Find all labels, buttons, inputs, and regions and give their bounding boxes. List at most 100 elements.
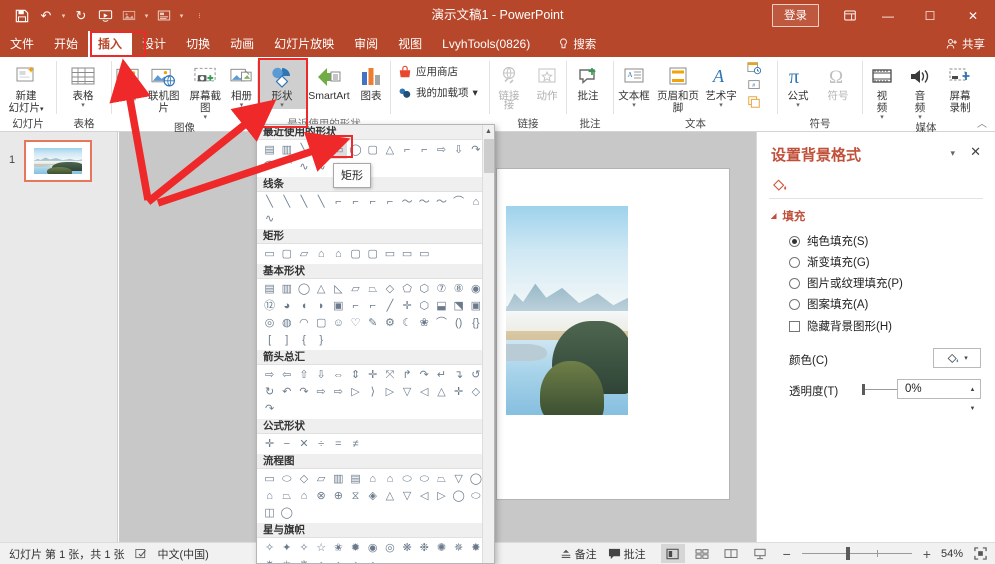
shape-cell[interactable]: ⌂ <box>313 557 330 564</box>
shape-cell[interactable]: ⌂ <box>381 471 398 488</box>
shape-cell[interactable]: ◕ <box>278 298 295 315</box>
slide-picture[interactable] <box>506 206 628 415</box>
shape-cell-rectangle[interactable]: ▭ <box>330 142 347 159</box>
shape-cell[interactable]: ▢ <box>364 246 381 263</box>
store-button[interactable]: 应用商店 <box>395 62 481 81</box>
scrollbar-thumb[interactable] <box>484 139 494 173</box>
shapes-gallery-dropdown[interactable]: 最近使用的形状 ▤ ▥ ╲ ╲ ▭ ◯ ▢ △ ⌐ ⌐ ⇨ ⇩ ↷ ⌒ ⌒ ∿ … <box>256 124 495 564</box>
shape-cell[interactable]: ↻ <box>261 384 278 401</box>
shape-cell[interactable]: ⌂ <box>364 557 381 564</box>
shape-cell[interactable]: ✕ <box>295 436 312 453</box>
shape-cell[interactable]: ⌐ <box>330 194 347 211</box>
shape-cell[interactable]: ◍ <box>278 315 295 332</box>
maximize-button[interactable]: ☐ <box>909 0 951 31</box>
shape-cell[interactable]: ⌂ <box>313 246 330 263</box>
shape-cell[interactable]: ✛ <box>364 367 381 384</box>
my-addins-button[interactable]: 我的加载项 ▾ <box>395 83 481 102</box>
fit-slide-button[interactable] <box>974 547 987 560</box>
hide-background-graphics-checkbox[interactable] <box>789 321 800 332</box>
shape-cell[interactable]: ⌂ <box>347 557 364 564</box>
shape-cell[interactable]: ◖ <box>295 298 312 315</box>
symbol-button[interactable]: Ω 符号 <box>818 59 858 102</box>
shape-cell[interactable]: ╲ <box>295 142 312 159</box>
undo-icon[interactable]: ↶ <box>35 5 57 27</box>
shape-cell[interactable]: ◯ <box>450 488 467 505</box>
color-picker-button[interactable]: ▾ <box>933 348 981 368</box>
shape-cell[interactable]: ◁ <box>416 488 433 505</box>
shape-cell[interactable]: ⌐ <box>347 194 364 211</box>
insert-picture-icon[interactable] <box>118 5 140 27</box>
video-button[interactable]: 视 频 ▾ <box>863 59 901 121</box>
tab-file[interactable]: 文件 <box>0 31 44 57</box>
shape-cell[interactable]: ▥ <box>330 471 347 488</box>
tab-animations[interactable]: 动画 <box>220 31 264 57</box>
shape-cell[interactable]: ⌂ <box>261 488 278 505</box>
shape-cell[interactable]: [ <box>261 332 278 349</box>
shape-cell[interactable]: ◫ <box>261 505 278 522</box>
shape-cell[interactable]: ◇ <box>381 281 398 298</box>
shape-cell[interactable]: ↶ <box>278 384 295 401</box>
shape-cell[interactable]: ▽ <box>399 384 416 401</box>
shape-cell[interactable]: ⇧ <box>295 367 312 384</box>
shape-cell[interactable]: ✧ <box>295 540 312 557</box>
shape-cell[interactable]: ▷ <box>381 384 398 401</box>
save-icon[interactable] <box>11 5 33 27</box>
collapse-ribbon-icon[interactable]: ︿ <box>977 115 987 130</box>
shape-cell[interactable]: ∿ <box>313 159 330 176</box>
shape-cell[interactable]: ⌂ <box>330 246 347 263</box>
shape-cell[interactable]: ▽ <box>450 471 467 488</box>
shape-cell[interactable]: ⌒ <box>450 194 467 211</box>
shape-cell[interactable]: ⌂ <box>295 488 312 505</box>
shape-cell[interactable]: ↵ <box>433 367 450 384</box>
current-slide[interactable] <box>497 169 729 499</box>
shape-cell[interactable]: ⌂ <box>330 557 347 564</box>
zoom-percent-label[interactable]: 54% <box>941 548 963 560</box>
wordart-button[interactable]: A 艺术字 ▾ <box>702 59 740 109</box>
shape-cell[interactable]: ⊗ <box>313 488 330 505</box>
shape-cell[interactable]: ▭ <box>381 246 398 263</box>
shape-cell[interactable]: ⬔ <box>450 298 467 315</box>
shape-cell[interactable]: ⬭ <box>278 471 295 488</box>
normal-view-button[interactable] <box>661 544 685 563</box>
shape-cell[interactable]: ▭ <box>416 246 433 263</box>
shape-cell[interactable]: ✦ <box>278 540 295 557</box>
shape-cell[interactable]: ☆ <box>313 540 330 557</box>
shape-cell[interactable]: ] <box>278 332 295 349</box>
shape-cell[interactable]: ≠ <box>347 436 364 453</box>
shape-cell[interactable]: ⌐ <box>381 194 398 211</box>
shape-cell[interactable]: ↱ <box>399 367 416 384</box>
shape-cell[interactable]: ◇ <box>295 471 312 488</box>
shape-cell[interactable]: ▢ <box>364 142 381 159</box>
shape-cell[interactable]: ▱ <box>295 246 312 263</box>
zoom-slider-knob[interactable] <box>846 547 850 560</box>
wordart-caret[interactable]: ▾ <box>719 102 723 109</box>
shape-cell[interactable]: △ <box>381 488 398 505</box>
pattern-fill-option[interactable]: 图案填充(A) <box>789 296 868 312</box>
shape-cell[interactable]: ∿ <box>295 159 312 176</box>
shape-cell[interactable]: ⌐ <box>416 142 433 159</box>
shape-cell[interactable]: ⊕ <box>330 488 347 505</box>
shape-cell[interactable]: ▢ <box>278 246 295 263</box>
shape-cell[interactable]: ∿ <box>261 211 278 228</box>
shapes-caret[interactable]: ▾ <box>280 102 284 109</box>
shape-cell[interactable]: ▱ <box>313 471 330 488</box>
shape-cell[interactable]: ⑦ <box>433 281 450 298</box>
transparency-slider-knob[interactable] <box>862 384 865 395</box>
shape-cell[interactable]: ✺ <box>433 540 450 557</box>
solid-fill-radio[interactable] <box>789 236 800 247</box>
shape-cell[interactable]: ⇩ <box>313 367 330 384</box>
shape-cell[interactable]: ⇦ <box>278 367 295 384</box>
shape-cell[interactable]: ↴ <box>450 367 467 384</box>
shape-cell[interactable]: ╲ <box>313 142 330 159</box>
redo-icon[interactable]: ↻ <box>70 5 92 27</box>
gradient-fill-radio[interactable] <box>789 257 800 268</box>
shape-cell[interactable]: ▤ <box>347 471 364 488</box>
spellcheck-icon[interactable] <box>135 548 148 560</box>
shape-cell[interactable]: ☺ <box>330 315 347 332</box>
shape-cell[interactable]: 〜 <box>433 194 450 211</box>
fill-section-header[interactable]: ◢ 填充 <box>771 208 805 224</box>
zoom-out-button[interactable]: − <box>783 546 791 562</box>
equation-caret[interactable]: ▾ <box>796 102 800 109</box>
language-label[interactable]: 中文(中国) <box>158 546 209 562</box>
shape-cell[interactable]: ⬭ <box>399 471 416 488</box>
